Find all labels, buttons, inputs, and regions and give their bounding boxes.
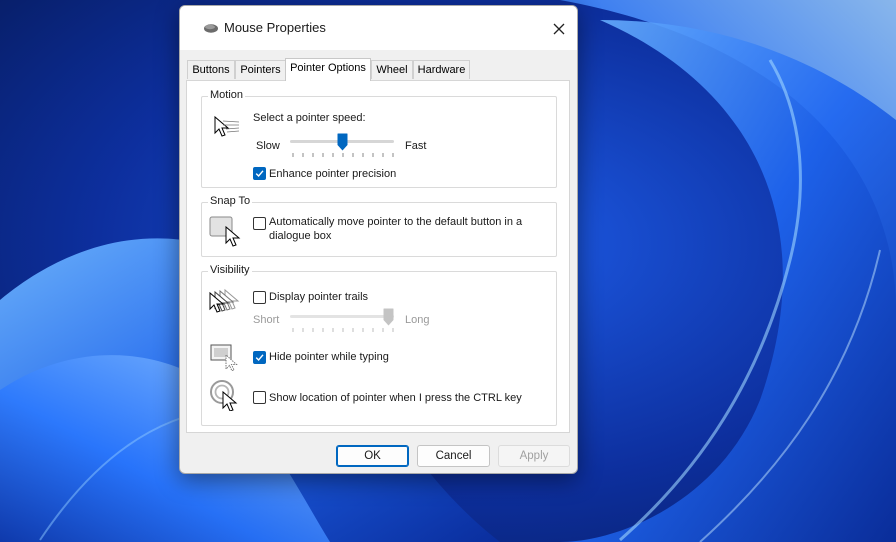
trail-length-slider-thumb [383, 308, 394, 326]
pointer-trails-icon [209, 288, 240, 313]
motion-group-label: Motion [208, 89, 246, 101]
title-bar[interactable]: Mouse Properties [180, 6, 577, 50]
tab-wheel[interactable]: Wheel [371, 60, 413, 79]
pointer-speed-ticks [292, 153, 394, 157]
hide-while-typing-label[interactable]: Hide pointer while typing [269, 351, 389, 363]
close-icon[interactable] [546, 16, 572, 42]
ctrl-locate-icon [210, 380, 238, 411]
pointer-speed-prompt: Select a pointer speed: [253, 112, 366, 124]
tab-pointer-options[interactable]: Pointer Options [285, 58, 371, 81]
pointer-options-panel: Motion Select a pointer speed: Slow Fast… [186, 80, 570, 433]
trail-short-label: Short [253, 314, 280, 326]
tab-buttons[interactable]: Buttons [187, 60, 235, 79]
trail-long-label: Long [405, 314, 430, 326]
visibility-group: Visibility Display pointer trails Short … [201, 264, 557, 426]
motion-group: Motion Select a pointer speed: Slow Fast… [201, 89, 557, 188]
tab-hardware[interactable]: Hardware [413, 60, 470, 79]
visibility-group-label: Visibility [208, 264, 252, 276]
pointer-trails-label[interactable]: Display pointer trails [269, 291, 368, 303]
snap-to-checkbox[interactable] [253, 217, 266, 230]
snap-to-group-label: Snap To [208, 195, 253, 207]
enhance-precision-label[interactable]: Enhance pointer precision [269, 168, 396, 180]
hide-while-typing-icon [210, 344, 238, 371]
mouse-properties-dialog: Mouse Properties Buttons Pointers Pointe… [179, 5, 578, 474]
tab-pointers[interactable]: Pointers [235, 60, 286, 79]
speed-slow-label: Slow [256, 140, 280, 152]
pointer-trails-checkbox[interactable] [253, 291, 266, 304]
ctrl-locate-checkbox[interactable] [253, 391, 266, 404]
pointer-speed-icon [214, 115, 240, 137]
snap-to-label-line1[interactable]: Automatically move pointer to the defaul… [269, 216, 522, 228]
snap-to-icon [209, 216, 241, 247]
mouse-icon [204, 24, 218, 33]
snap-to-group: Snap To Automatically move pointer to th… [201, 195, 557, 257]
window-title: Mouse Properties [224, 20, 326, 35]
snap-to-label-line2[interactable]: dialogue box [269, 230, 331, 242]
trail-length-track [290, 315, 394, 318]
ok-button[interactable]: OK [336, 445, 409, 467]
ctrl-locate-label[interactable]: Show location of pointer when I press th… [269, 392, 522, 404]
speed-fast-label: Fast [405, 140, 427, 152]
pointer-speed-slider-thumb[interactable] [337, 133, 348, 151]
enhance-precision-checkbox[interactable] [253, 167, 266, 180]
hide-while-typing-checkbox[interactable] [253, 351, 266, 364]
cancel-button[interactable]: Cancel [417, 445, 490, 467]
apply-button[interactable]: Apply [498, 445, 570, 467]
tab-strip: Buttons Pointers Pointer Options Wheel H… [180, 58, 577, 81]
trail-length-ticks [292, 328, 394, 332]
